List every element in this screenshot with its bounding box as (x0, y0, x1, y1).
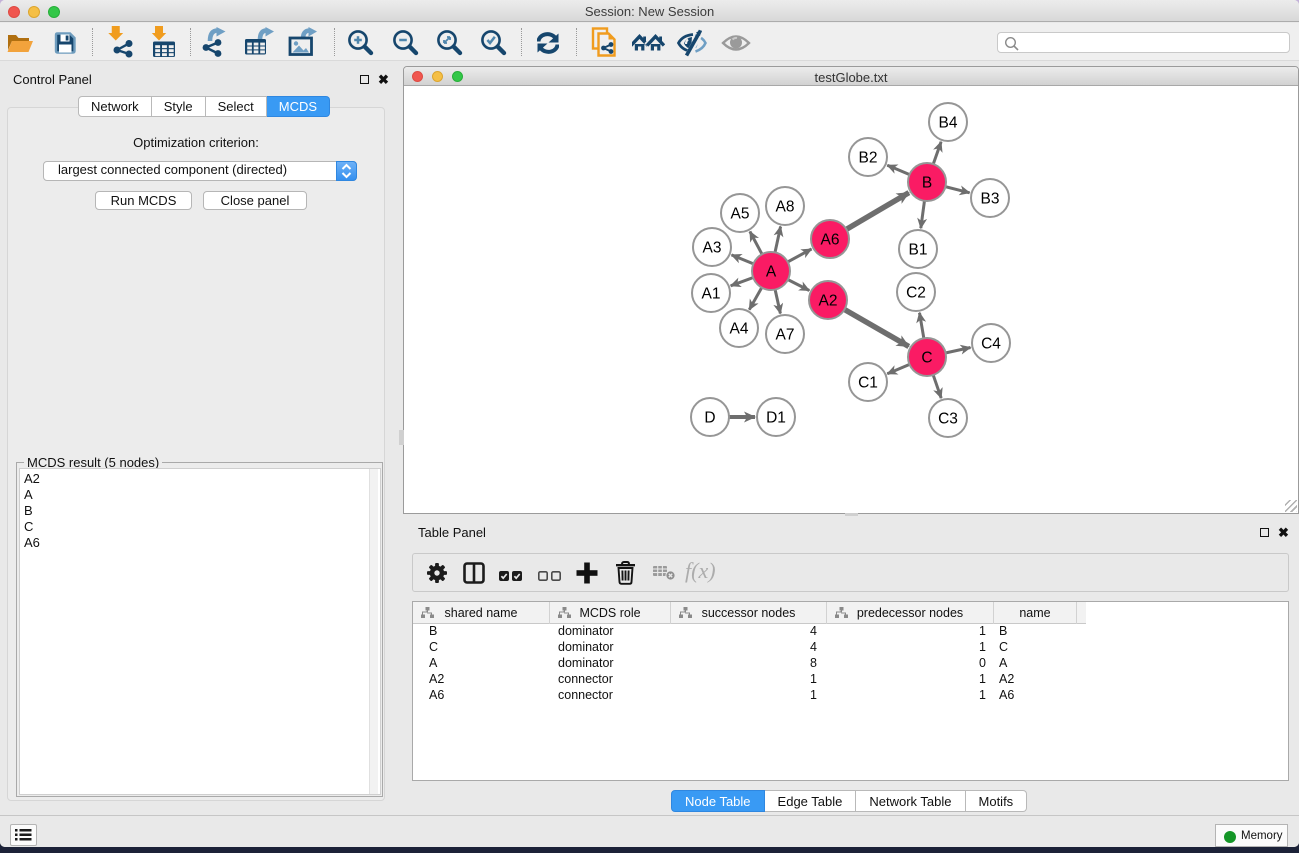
svg-text:A5: A5 (731, 206, 750, 223)
svg-text:B4: B4 (939, 115, 958, 132)
svg-text:A8: A8 (776, 199, 795, 216)
svg-text:B: B (922, 175, 932, 192)
svg-text:A2: A2 (819, 293, 838, 310)
svg-text:B1: B1 (909, 242, 928, 259)
svg-text:A3: A3 (703, 240, 722, 257)
svg-text:C3: C3 (938, 411, 958, 428)
svg-text:A1: A1 (702, 286, 721, 303)
svg-text:C1: C1 (858, 375, 878, 392)
svg-text:A6: A6 (821, 232, 840, 249)
svg-text:D: D (704, 410, 715, 427)
svg-text:A7: A7 (776, 327, 795, 344)
svg-text:B2: B2 (859, 150, 878, 167)
svg-text:B3: B3 (981, 191, 1000, 208)
svg-text:C4: C4 (981, 336, 1001, 353)
svg-text:D1: D1 (766, 410, 786, 427)
svg-text:A4: A4 (730, 321, 749, 338)
svg-text:C: C (921, 350, 932, 367)
svg-text:C2: C2 (906, 285, 926, 302)
svg-text:A: A (766, 264, 777, 281)
